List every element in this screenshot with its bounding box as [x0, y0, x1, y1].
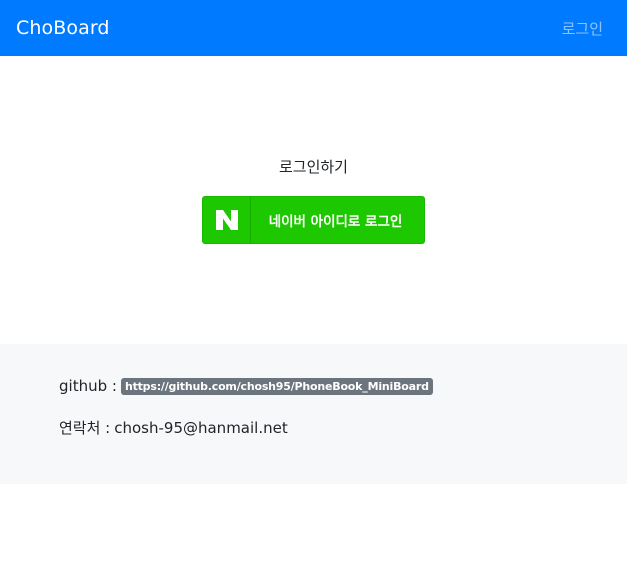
naver-logo-icon — [203, 197, 251, 243]
naver-login-label: 네이버 아이디로 로그인 — [268, 214, 403, 230]
brand-link[interactable]: ChoBoard — [16, 17, 110, 39]
login-heading: 로그인하기 — [278, 158, 348, 176]
contact-label: 연락처 : — [59, 419, 111, 437]
contact-row: 연락처 : chosh-95@hanmail.net — [59, 417, 288, 438]
naver-n-glyph — [215, 210, 238, 230]
contact-email: chosh-95@hanmail.net — [114, 418, 288, 437]
github-url-badge[interactable]: https://github.com/chosh95/PhoneBook_Min… — [120, 377, 433, 395]
github-label: github : — [59, 377, 117, 395]
top-navbar: ChoBoard 로그인 — [0, 0, 627, 56]
naver-login-button[interactable]: 네이버 아이디로 로그인 — [202, 196, 425, 244]
github-row: github : https://github.com/chosh95/Phon… — [59, 377, 433, 395]
nav-login-link[interactable]: 로그인 — [562, 18, 603, 39]
page-footer: github : https://github.com/chosh95/Phon… — [0, 344, 627, 484]
login-section: 로그인하기 네이버 아이디로 로그인 — [0, 56, 627, 344]
